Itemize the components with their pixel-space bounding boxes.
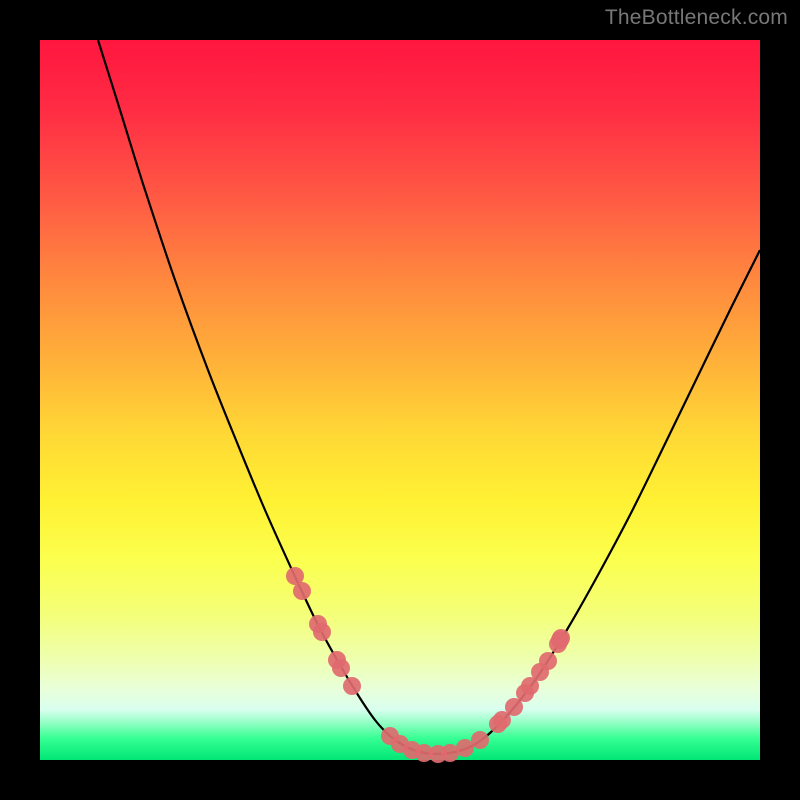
plot-area <box>40 40 760 760</box>
bottleneck-curve <box>98 40 760 754</box>
curve-marker <box>539 652 557 670</box>
marker-group <box>286 567 570 763</box>
curve-svg <box>40 40 760 760</box>
curve-marker <box>293 582 311 600</box>
curve-marker <box>343 677 361 695</box>
curve-marker <box>332 659 350 677</box>
curve-marker <box>505 698 523 716</box>
curve-marker <box>313 623 331 641</box>
watermark-text: TheBottleneck.com <box>605 6 788 30</box>
curve-marker <box>471 731 489 749</box>
curve-marker <box>552 629 570 647</box>
chart-frame: TheBottleneck.com <box>0 0 800 800</box>
